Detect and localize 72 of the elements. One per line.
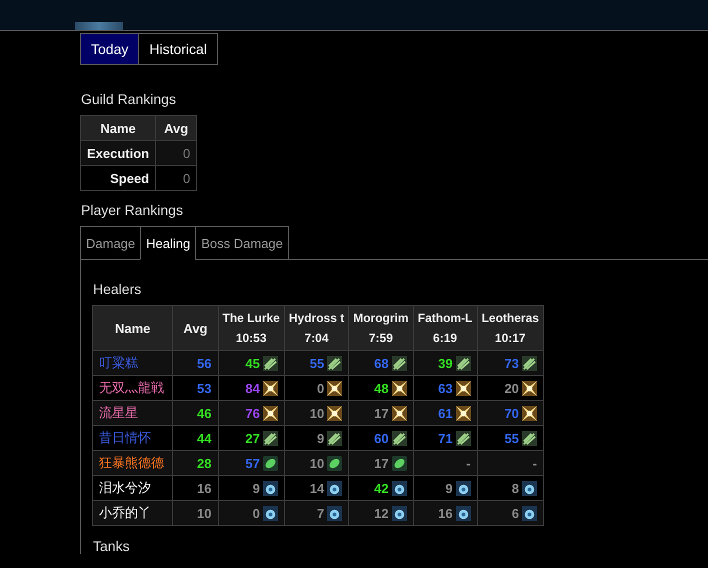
score: 17 bbox=[374, 406, 389, 420]
row-label: Execution bbox=[80, 140, 156, 166]
ranking-tab[interactable]: Boss Damage bbox=[195, 226, 289, 260]
table-cell: 16 bbox=[172, 476, 218, 500]
section-title: Healers bbox=[93, 281, 142, 297]
column-header: Morogrim 7:59 bbox=[348, 306, 414, 350]
player-name: 叮粱糕 bbox=[92, 350, 173, 376]
player-name: 昔日情怀 bbox=[92, 426, 173, 450]
table-cell: 0 bbox=[156, 166, 197, 190]
score: 71 bbox=[438, 430, 453, 446]
view-tab[interactable]: Historical bbox=[138, 33, 218, 65]
score: 39 bbox=[438, 356, 453, 370]
score: 10 bbox=[310, 406, 324, 420]
score: 73 bbox=[504, 356, 519, 370]
score: 42 bbox=[374, 480, 389, 496]
column-header: Name bbox=[80, 116, 156, 140]
column-header: Leotheras 10:17 bbox=[477, 306, 544, 350]
table-cell: 53 bbox=[172, 376, 218, 400]
score: 84 bbox=[245, 380, 260, 396]
score: 0 bbox=[316, 380, 324, 396]
score: 45 bbox=[245, 356, 260, 370]
score: 63 bbox=[438, 380, 453, 396]
column-header: Avg bbox=[156, 116, 197, 140]
row-label: Speed bbox=[80, 166, 156, 190]
score: 17 bbox=[374, 456, 389, 470]
player-name: 小乔的丫 bbox=[92, 500, 173, 526]
table-cell: 10 bbox=[172, 500, 218, 526]
view-tab[interactable]: Today bbox=[80, 33, 140, 65]
score: 8 bbox=[512, 480, 519, 496]
score: 7 bbox=[316, 506, 324, 520]
score: 0 bbox=[252, 506, 260, 520]
banner-image bbox=[75, 22, 123, 30]
score: 9 bbox=[445, 480, 453, 496]
column-header: Name bbox=[92, 306, 173, 350]
column-header: Avg bbox=[172, 306, 218, 350]
table-cell: 44 bbox=[172, 426, 218, 450]
table-cell: 28 bbox=[172, 450, 218, 476]
player-name: 流星星 bbox=[92, 400, 173, 426]
score: 70 bbox=[504, 406, 519, 420]
player-name: 泪水兮汐 bbox=[92, 476, 173, 500]
score: 9 bbox=[252, 480, 260, 496]
table-cell: 56 bbox=[172, 350, 218, 376]
score: - bbox=[466, 456, 471, 470]
score: 55 bbox=[504, 430, 519, 446]
score: 57 bbox=[245, 456, 260, 470]
score: 10 bbox=[310, 456, 324, 470]
score: 48 bbox=[374, 380, 389, 396]
column-header: Fathom-L 6:19 bbox=[413, 306, 478, 350]
score: - bbox=[532, 456, 537, 470]
table-cell: 0 bbox=[156, 140, 197, 166]
score: 6 bbox=[512, 506, 519, 520]
section-title: Guild Rankings bbox=[81, 91, 177, 107]
player-name: 无双灬龍戦 bbox=[92, 376, 173, 400]
ranking-tab[interactable]: Healing bbox=[140, 226, 196, 260]
score: 14 bbox=[310, 480, 324, 496]
score: 61 bbox=[438, 406, 453, 420]
score: 68 bbox=[374, 356, 389, 370]
score: 9 bbox=[316, 430, 324, 446]
score: 27 bbox=[245, 430, 260, 446]
player-name: 狂暴熊德德 bbox=[92, 450, 173, 476]
column-header: The Lurke 10:53 bbox=[218, 306, 284, 350]
ranking-tab[interactable]: Damage bbox=[80, 226, 142, 260]
section-title: Tanks bbox=[93, 538, 131, 554]
score: 20 bbox=[504, 380, 519, 396]
table-cell: 46 bbox=[172, 400, 218, 426]
score: 12 bbox=[374, 506, 389, 520]
section-title: Player Rankings bbox=[81, 202, 184, 218]
score: 76 bbox=[245, 406, 260, 420]
score: 55 bbox=[310, 356, 324, 370]
score: 60 bbox=[374, 430, 389, 446]
column-header: Hydross t 7:04 bbox=[284, 306, 349, 350]
score: 16 bbox=[438, 506, 453, 520]
